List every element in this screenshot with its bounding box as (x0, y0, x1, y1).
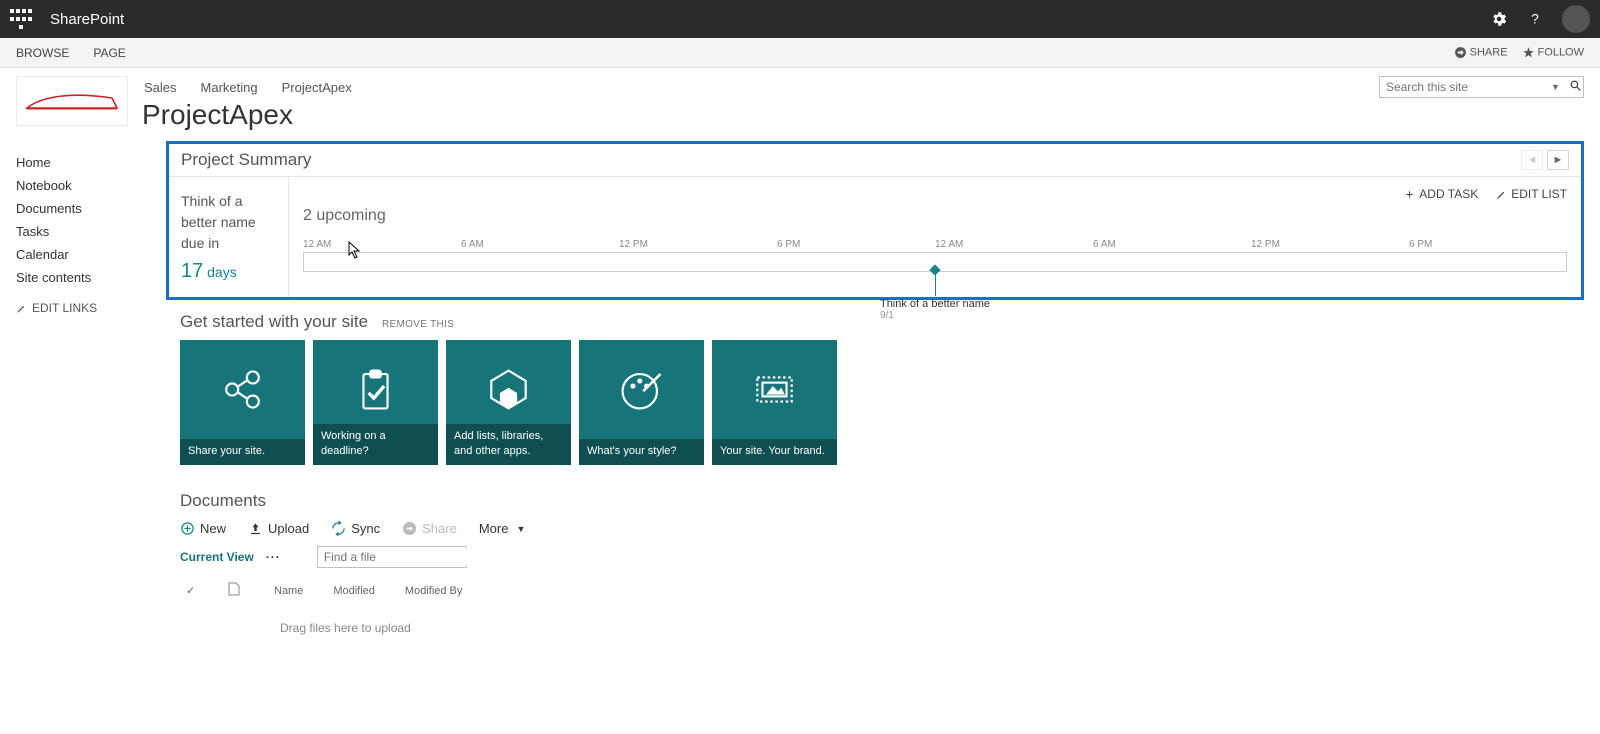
settings-icon[interactable] (1490, 10, 1508, 28)
timeline-label: 6 PM (777, 239, 935, 250)
share-icon (180, 362, 305, 417)
sync-icon (331, 521, 346, 536)
ribbon-tab-browse[interactable]: BROWSE (16, 46, 69, 60)
timeline-label: 12 AM (935, 239, 1093, 250)
drop-zone[interactable]: Drag files here to upload (180, 603, 1584, 645)
search-go-icon[interactable] (1564, 79, 1587, 95)
project-summary-title: Project Summary (181, 150, 311, 170)
col-name[interactable]: Name (274, 585, 303, 597)
project-due-summary: Think of a better name due in 17 days (169, 177, 289, 297)
breadcrumb-sales[interactable]: Sales (144, 80, 177, 95)
documents-section: Documents New Upload Sync Share More▼ Cu… (180, 491, 1584, 645)
promoted-tiles: Share your site. Working on a deadline? … (180, 340, 1584, 465)
tile-style[interactable]: What's your style? (579, 340, 704, 465)
project-summary-panel: Project Summary ◄ ► Think of a better na… (166, 141, 1584, 300)
remove-this-button[interactable]: REMOVE THIS (382, 319, 454, 330)
doc-share-button[interactable]: Share (402, 521, 457, 536)
upcoming-count: 2 upcoming (303, 207, 1567, 225)
ribbon-tab-page[interactable]: PAGE (93, 46, 125, 60)
doc-new-button[interactable]: New (180, 521, 226, 536)
ribbon: BROWSE PAGE SHARE FOLLOW (0, 38, 1600, 68)
file-type-icon (228, 582, 244, 599)
doc-upload-button[interactable]: Upload (248, 521, 309, 536)
share-icon (402, 521, 417, 536)
get-started-title: Get started with your site (180, 312, 368, 332)
nav-tasks[interactable]: Tasks (16, 220, 166, 243)
documents-title: Documents (180, 491, 1584, 511)
plus-circle-icon (180, 521, 195, 536)
breadcrumb-marketing[interactable]: Marketing (201, 80, 258, 95)
left-nav: Home Notebook Documents Tasks Calendar S… (16, 141, 166, 645)
search-input[interactable] (1380, 78, 1547, 96)
help-icon[interactable]: ? (1526, 10, 1544, 28)
follow-button[interactable]: FOLLOW (1522, 46, 1584, 59)
timeline-milestone[interactable]: Think of a better name 9/1 (880, 271, 990, 321)
timeline-label: 6 AM (1093, 239, 1251, 250)
breadcrumb: Sales Marketing ProjectApex (144, 80, 1379, 95)
nav-home[interactable]: Home (16, 151, 166, 174)
pencil-icon (16, 303, 27, 314)
palette-icon (579, 362, 704, 417)
nav-site-contents[interactable]: Site contents (16, 266, 166, 289)
clipboard-check-icon (313, 362, 438, 417)
doc-sync-button[interactable]: Sync (331, 521, 380, 536)
timeline-label: 12 PM (1251, 239, 1409, 250)
search-box[interactable]: ▼ (1379, 76, 1584, 98)
hexagon-icon (446, 362, 571, 417)
add-task-button[interactable]: ADD TASK (1404, 187, 1478, 201)
nav-documents[interactable]: Documents (16, 197, 166, 220)
pencil-icon (1496, 189, 1507, 200)
find-file-box[interactable] (317, 546, 467, 568)
breadcrumb-projectapex[interactable]: ProjectApex (282, 80, 352, 95)
current-view-button[interactable]: Current View (180, 550, 254, 564)
user-avatar[interactable] (1562, 5, 1590, 33)
chevron-down-icon: ▼ (516, 524, 525, 534)
nav-calendar[interactable]: Calendar (16, 243, 166, 266)
app-name: SharePoint (50, 11, 124, 28)
svg-text:?: ? (1531, 12, 1539, 27)
timeline-label: 6 PM (1409, 239, 1567, 250)
diamond-icon (929, 264, 940, 275)
tile-share-site[interactable]: Share your site. (180, 340, 305, 465)
header: Sales Marketing ProjectApex ProjectApex … (0, 68, 1600, 131)
tile-add-apps[interactable]: Add lists, libraries, and other apps. (446, 340, 571, 465)
select-all-checkbox[interactable]: ✓ (186, 584, 198, 597)
find-file-input[interactable] (318, 548, 485, 566)
col-modified-by[interactable]: Modified By (405, 585, 462, 597)
search-scope-dropdown[interactable]: ▼ (1547, 82, 1564, 92)
upload-icon (248, 521, 263, 536)
timeline-next-button[interactable]: ► (1547, 150, 1569, 170)
tile-deadline[interactable]: Working on a deadline? (313, 340, 438, 465)
timeline-bar[interactable]: Think of a better name 9/1 (303, 252, 1567, 272)
edit-list-button[interactable]: EDIT LIST (1496, 187, 1567, 201)
doc-more-button[interactable]: More▼ (479, 521, 526, 536)
share-button[interactable]: SHARE (1454, 46, 1508, 59)
plus-icon (1404, 189, 1415, 200)
suite-bar: SharePoint ? (0, 0, 1600, 38)
image-icon (712, 362, 837, 417)
documents-header-row: ✓ Name Modified Modified By (180, 578, 1584, 603)
timeline-label: 12 PM (619, 239, 777, 250)
site-logo[interactable] (16, 76, 128, 126)
timeline-prev-button[interactable]: ◄ (1521, 150, 1543, 170)
view-options-button[interactable]: ··· (266, 550, 281, 564)
timeline-label: 12 AM (303, 239, 461, 250)
col-modified[interactable]: Modified (333, 585, 375, 597)
timeline[interactable]: 12 AM 6 AM 12 PM 6 PM 12 AM 6 AM 12 PM 6… (303, 239, 1567, 272)
edit-links-button[interactable]: EDIT LINKS (16, 301, 166, 315)
app-launcher-icon[interactable] (10, 8, 32, 30)
timeline-label: 6 AM (461, 239, 619, 250)
nav-notebook[interactable]: Notebook (16, 174, 166, 197)
page-title: ProjectApex (142, 99, 1379, 131)
tile-brand[interactable]: Your site. Your brand. (712, 340, 837, 465)
